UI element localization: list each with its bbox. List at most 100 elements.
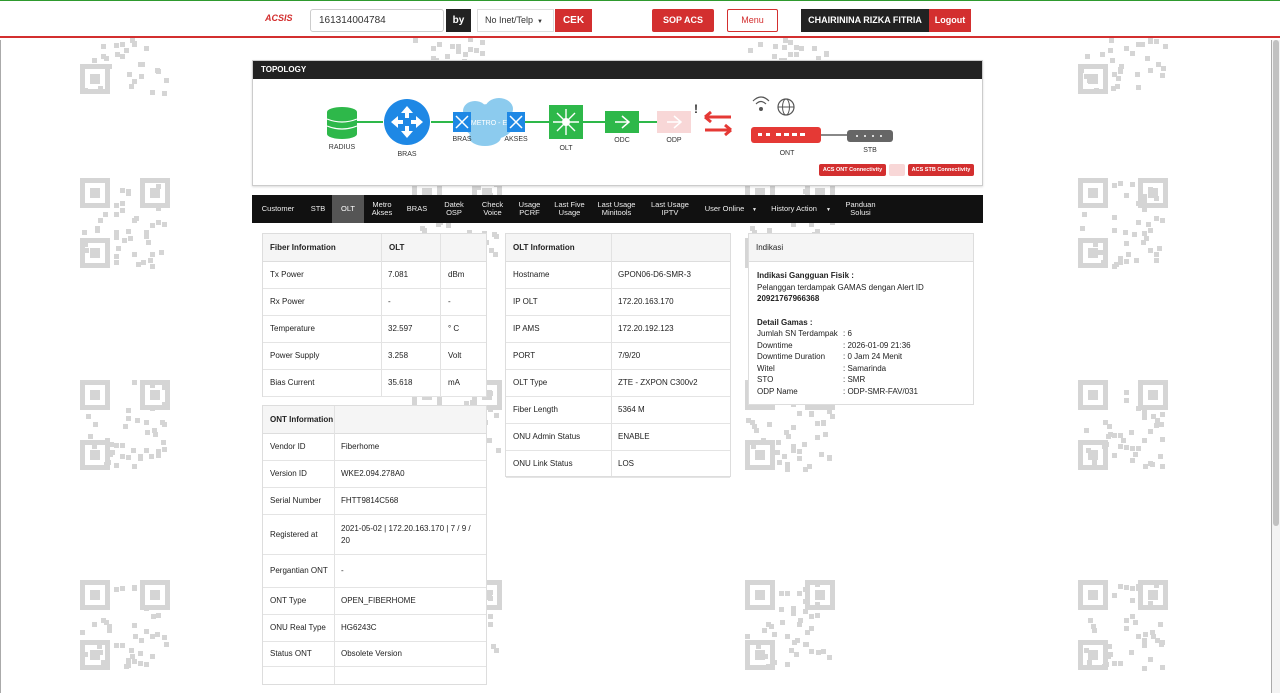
detail-value: : 2026-01-09 21:36	[843, 340, 911, 350]
ont-node-icon[interactable]	[751, 127, 821, 143]
tab-label-line2: Solusi	[850, 208, 871, 217]
acs-stb-connectivity-button[interactable]: ACS STB Connectivity	[908, 164, 974, 176]
ont-row: Serial Number FHTT9814C568	[263, 488, 486, 515]
fiber-value: -	[388, 297, 391, 306]
tab-5[interactable]: Datek OSP	[434, 195, 474, 223]
fiber-row: Temperature 32.597 ° C	[263, 316, 486, 343]
akses-switch-icon[interactable]	[507, 112, 525, 132]
indikasi-body: Indikasi Gangguan Fisik : Pelanggan terd…	[757, 270, 924, 397]
tab-8[interactable]: Last Five Usage	[548, 195, 591, 223]
tab-3[interactable]: Metro Akses	[364, 195, 400, 223]
fiber-row: Tx Power 7.081 dBm	[263, 262, 486, 289]
bras-switch-icon[interactable]	[453, 112, 471, 132]
alert-id: 20921767966368	[757, 294, 820, 303]
page-scrollbar[interactable]	[1272, 40, 1280, 693]
search-type-select[interactable]: No Inet/Telp ▼	[477, 9, 554, 32]
fiber-value: 32.597	[388, 324, 413, 333]
tab-label: OLT	[340, 204, 356, 213]
tab-9[interactable]: Last Usage Minitools	[591, 195, 642, 223]
ont-row: ONT Type OPEN_FIBERHOME	[263, 588, 486, 615]
ont-value: Fiberhome	[341, 442, 380, 451]
ont-value: OPEN_FIBERHOME	[341, 596, 416, 605]
tab-label: User Online	[704, 204, 745, 213]
tab-label: STB	[310, 204, 326, 213]
tab-label: Customer	[261, 204, 295, 213]
tab-12[interactable]: History Action ▼	[763, 195, 837, 223]
tab-0[interactable]: Customer	[252, 195, 304, 223]
tab-label-line2: PCRF	[519, 208, 540, 217]
olt-label: Fiber Length	[513, 405, 558, 414]
odc-node-icon[interactable]	[605, 111, 639, 133]
exchange-arrows-icon: !	[694, 102, 732, 137]
ont-row: ONU Real Type HG6243C	[263, 615, 486, 642]
scrollbar-thumb[interactable]	[1273, 40, 1279, 526]
olt-label: IP AMS	[513, 324, 540, 333]
olt-label: IP OLT	[513, 297, 538, 306]
tab-6[interactable]: Check Voice	[474, 195, 511, 223]
olt-label: ONU Admin Status	[513, 432, 581, 441]
ont-row: Registered at 2021-05-02 | 172.20.163.170…	[263, 515, 486, 555]
olt-info-header: OLT Information	[506, 234, 730, 262]
olt-node-icon[interactable]	[549, 105, 583, 139]
brand-logo[interactable]: ACSIS	[265, 13, 293, 23]
bras-router-icon[interactable]	[384, 99, 430, 145]
tab-label: History Action	[771, 204, 817, 213]
fiber-row: Bias Current 35.618 mA	[263, 370, 486, 397]
ont-value: WKE2.094.278A0	[341, 469, 405, 478]
ont-label: ONU Real Type	[270, 623, 326, 632]
ont-row: Pergantian ONT -	[263, 555, 486, 588]
connectivity-status-indicator	[889, 164, 905, 176]
tab-1[interactable]: STB	[304, 195, 332, 223]
tab-2[interactable]: OLT	[332, 195, 364, 223]
tab-label: BRAS	[406, 204, 428, 213]
cek-button[interactable]: CEK	[555, 9, 592, 32]
tab-label-line2: Akses	[371, 208, 393, 217]
radius-node-icon[interactable]	[326, 107, 358, 139]
search-input[interactable]	[310, 9, 444, 32]
detail-key: ODP Name	[757, 386, 798, 396]
olt-info-panel: OLT Information Hostname GPON06-D6-SMR-3 I…	[505, 233, 731, 478]
fiber-unit: dBm	[448, 270, 465, 279]
olt-row: PORT 7/9/20	[506, 343, 730, 370]
ont-info-header: ONT Information	[263, 406, 486, 434]
olt-value: 172.20.192.123	[618, 324, 674, 333]
indikasi-title: Indikasi	[756, 243, 784, 252]
fiber-row: Rx Power - -	[263, 289, 486, 316]
tab-label-line2: Usage	[558, 208, 581, 217]
tab-10[interactable]: Last Usage IPTV	[642, 195, 698, 223]
radius-label: RADIUS	[329, 144, 356, 151]
detail-gamas-row: ODP Name: ODP-SMR-FAV/031	[757, 386, 924, 398]
olt-row: OLT Type ZTE - ZXPON C300v2	[506, 370, 730, 397]
user-name: CHAIRININA RIZKA FITRIA	[801, 9, 929, 32]
fiber-label: Rx Power	[270, 297, 305, 306]
ont-label: Serial Number	[270, 496, 322, 505]
odp-node-icon[interactable]	[657, 111, 691, 133]
tab-11[interactable]: User Online ▼	[698, 195, 763, 223]
tab-13[interactable]: Panduan Solusi	[837, 195, 884, 223]
detail-gamas-row: STO: SMR	[757, 374, 924, 386]
gangguan-title: Indikasi Gangguan Fisik :	[757, 271, 854, 280]
sop-acs-button[interactable]: SOP ACS	[652, 9, 714, 32]
stb-node-icon[interactable]	[847, 130, 893, 142]
tab-label-line2: Voice	[483, 208, 502, 217]
olt-row: IP OLT 172.20.163.170	[506, 289, 730, 316]
ont-label: Status ONT	[270, 649, 312, 658]
gangguan-text: Pelanggan terdampak GAMAS dengan Alert I…	[757, 282, 924, 292]
indikasi-header: Indikasi	[749, 234, 973, 262]
menu-button[interactable]: Menu	[727, 9, 778, 32]
fiber-label: Tx Power	[270, 270, 304, 279]
olt-info-title: OLT Information	[513, 243, 575, 252]
globe-icon	[777, 98, 795, 116]
indikasi-panel: Indikasi Indikasi Gangguan Fisik : Pelan…	[748, 233, 974, 405]
tab-4[interactable]: BRAS	[400, 195, 434, 223]
tab-7[interactable]: Usage PCRF	[511, 195, 548, 223]
fiber-unit: -	[448, 297, 451, 306]
ont-value: HG6243C	[341, 623, 377, 632]
ont-row: Vendor ID Fiberhome	[263, 434, 486, 461]
chevron-down-icon: ▼	[826, 207, 831, 213]
olt-row: ONU Link Status LOS	[506, 451, 730, 478]
acs-ont-connectivity-button[interactable]: ACS ONT Connectivity	[819, 164, 886, 176]
logout-button[interactable]: Logout	[929, 9, 971, 32]
ont-info-title: ONT Information	[270, 415, 334, 424]
olt-value: 5364 M	[618, 405, 645, 414]
